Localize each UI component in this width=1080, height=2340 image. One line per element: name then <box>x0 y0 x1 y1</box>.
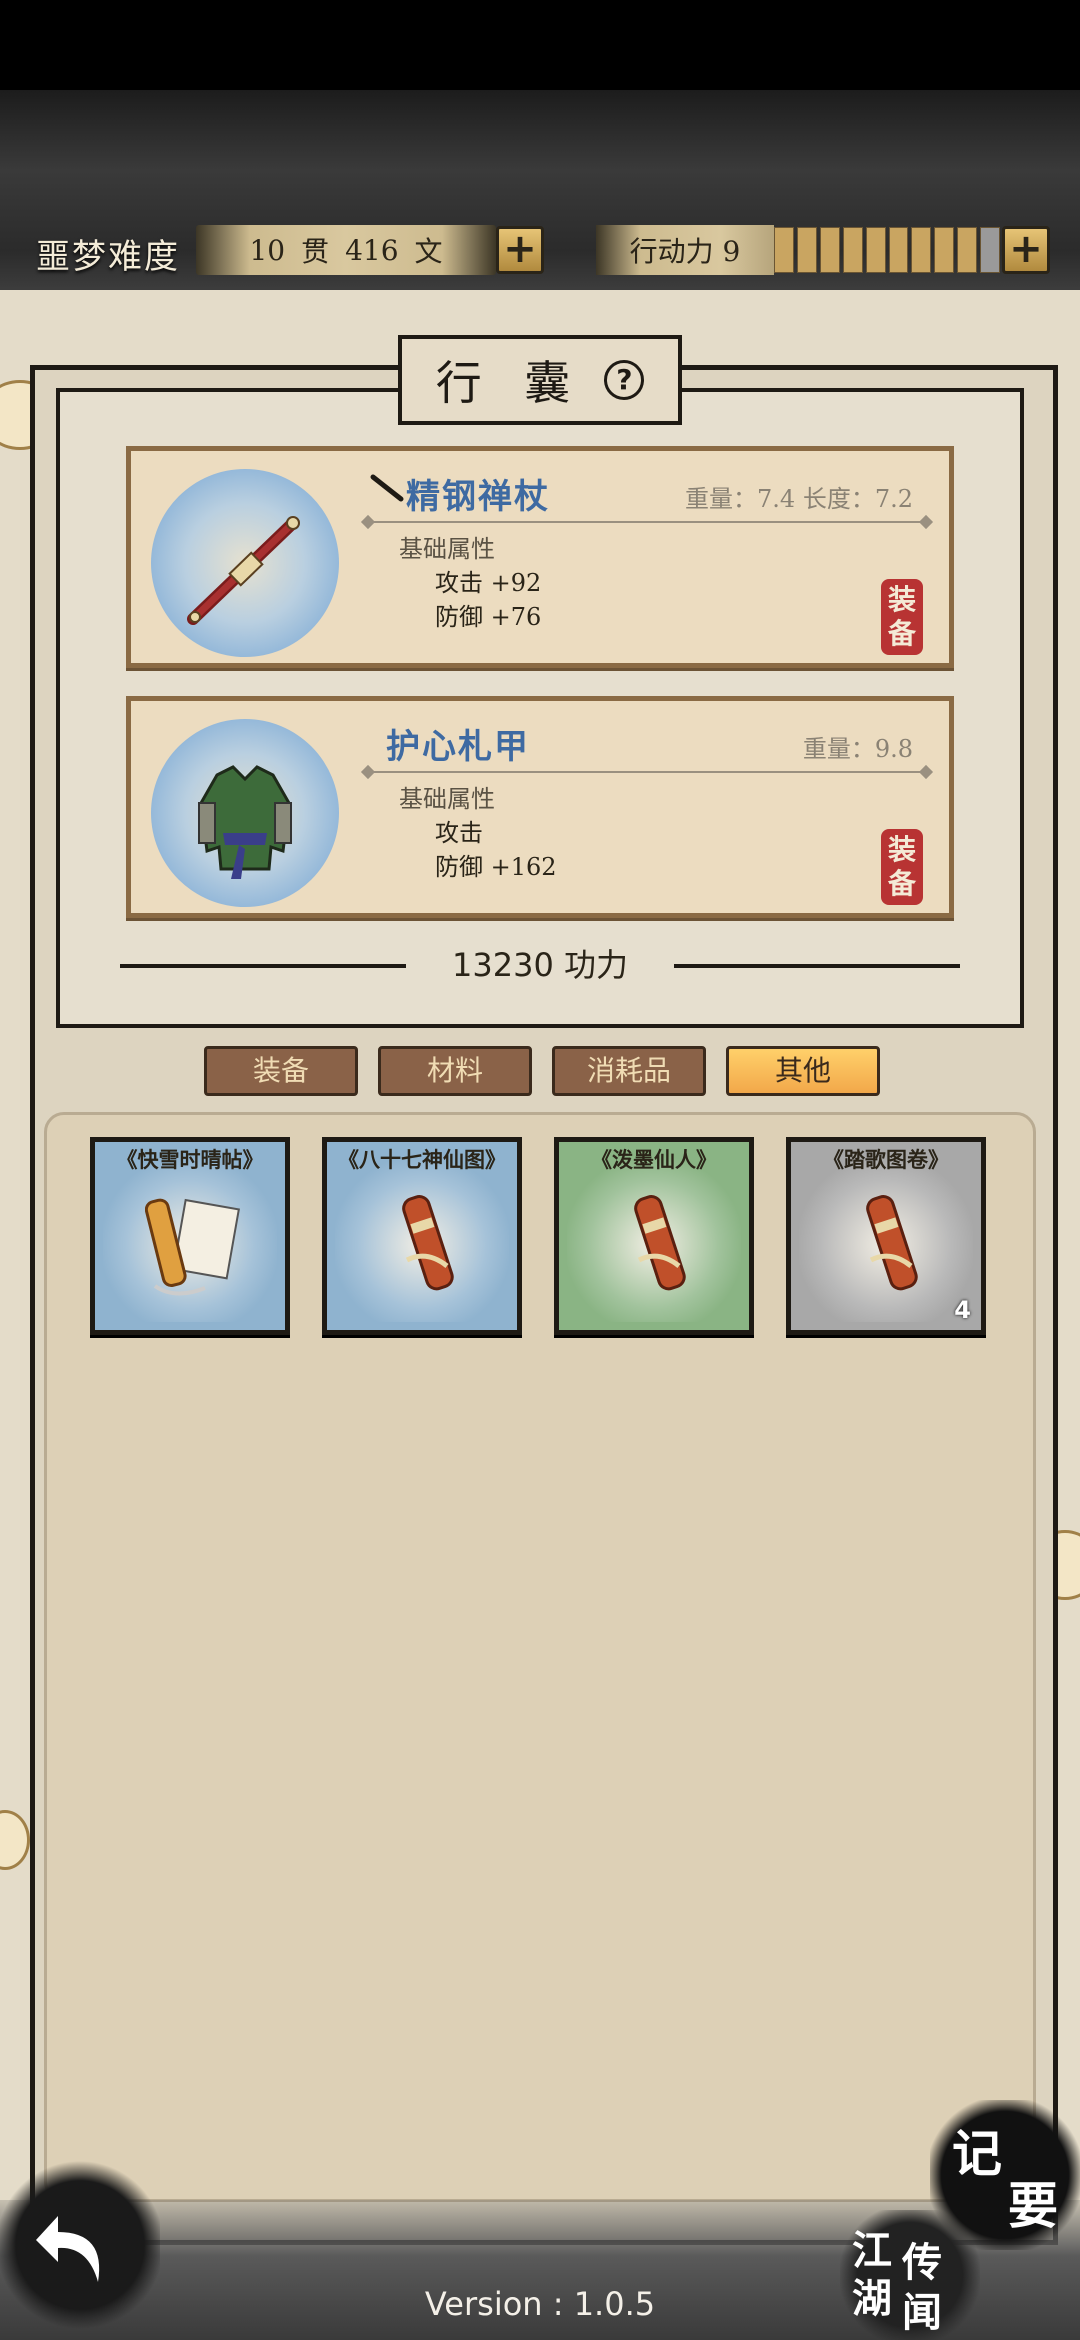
armor-icon <box>151 719 339 907</box>
ink-header-band <box>0 90 1080 320</box>
inventory-tabs: 装备 材料 消耗品 其他 <box>204 1046 884 1098</box>
currency-wen: 416 <box>345 233 399 267</box>
item-count: 4 <box>954 1296 971 1324</box>
item-name: 《快雪时晴帖》 <box>116 1147 264 1172</box>
open-scroll-icon <box>145 1198 240 1296</box>
notes-label: 要 <box>1008 2176 1058 2235</box>
attack-stat: 攻击 +92 <box>435 569 542 597</box>
tab-consumables[interactable]: 消耗品 <box>552 1046 706 1096</box>
add-currency-button[interactable]: + <box>496 226 544 274</box>
equipped-weapon-card[interactable]: 精钢禅杖 重量：7.4 长度：7.2 基础属性 攻击 +92 防御 +76 装备 <box>126 446 954 668</box>
action-point-segment <box>980 227 1001 273</box>
action-point-segment <box>934 227 955 273</box>
attr-title: 基础属性 <box>399 785 495 813</box>
rolled-scroll-icon <box>634 1195 686 1291</box>
bag-title-plate: 行 囊 ? <box>398 335 682 425</box>
version-label: Version : 1.0.5 <box>424 2285 656 2323</box>
page-title: 行 囊 <box>435 356 585 410</box>
notes-label: 记 <box>952 2124 1002 2183</box>
equipped-stamp: 装备 <box>881 579 923 655</box>
equip-name: 精钢禅杖 <box>406 477 550 517</box>
weapon-type-icon <box>370 474 404 502</box>
equip-weight-length: 重量：7.4 长度：7.2 <box>685 485 913 513</box>
attr-title: 基础属性 <box>399 535 495 563</box>
action-point-segment <box>819 227 840 273</box>
inventory-item[interactable]: 《八十七神仙图》 <box>322 1137 522 1335</box>
currency-display: 10 贯 416 文 <box>196 225 496 275</box>
equip-weight: 重量：9.8 <box>802 735 913 763</box>
attack-stat: 攻击 <box>435 819 483 847</box>
total-power: 13230 功力 <box>452 946 628 984</box>
difficulty-label: 噩梦难度 <box>36 237 180 277</box>
item-name: 《八十七神仙图》 <box>338 1147 506 1172</box>
action-point-segment <box>888 227 909 273</box>
top-resource-bar: 噩梦难度 10 贯 416 文 + 行动力 9 + <box>0 215 1080 285</box>
inventory-item[interactable]: 《快雪时晴帖》 <box>90 1137 290 1335</box>
help-icon[interactable]: ? <box>604 360 645 400</box>
add-action-points-button[interactable]: + <box>1002 226 1050 274</box>
action-points-bar <box>774 227 1001 273</box>
action-points-label: 行动力 9 <box>596 225 774 275</box>
action-point-segment <box>842 227 863 273</box>
currency-guan-unit: 贯 <box>301 235 330 268</box>
action-point-segment <box>911 227 932 273</box>
tab-other[interactable]: 其他 <box>726 1046 880 1096</box>
back-arrow-icon <box>36 2216 100 2282</box>
equip-name: 护心札甲 <box>386 727 530 767</box>
inventory-item[interactable]: 《泼墨仙人》 <box>554 1137 754 1335</box>
defense-stat: 防御 +162 <box>435 853 557 881</box>
currency-guan: 10 <box>249 233 286 267</box>
action-point-segment <box>796 227 817 273</box>
rolled-scroll-icon <box>866 1195 918 1291</box>
currency-wen-unit: 文 <box>414 235 443 268</box>
item-name: 《踏歌图卷》 <box>823 1147 949 1172</box>
status-bar <box>0 0 1080 90</box>
divider <box>367 521 927 523</box>
power-row: 13230 功力 <box>120 940 960 990</box>
staff-icon <box>151 469 339 657</box>
item-name: 《泼墨仙人》 <box>591 1147 717 1172</box>
rolled-scroll-icon <box>402 1195 454 1291</box>
defense-stat: 防御 +76 <box>435 603 542 631</box>
divider <box>674 964 960 968</box>
equipped-armor-card[interactable]: 护心札甲 重量：9.8 基础属性 攻击 防御 +162 装备 <box>126 696 954 918</box>
action-point-segment <box>957 227 978 273</box>
divider <box>367 771 927 773</box>
tab-materials[interactable]: 材料 <box>378 1046 532 1096</box>
inventory-item[interactable]: 《踏歌图卷》 4 <box>786 1137 986 1335</box>
tab-equipment[interactable]: 装备 <box>204 1046 358 1096</box>
action-point-segment <box>774 227 794 273</box>
equipped-stamp: 装备 <box>881 829 923 905</box>
action-point-segment <box>865 227 886 273</box>
